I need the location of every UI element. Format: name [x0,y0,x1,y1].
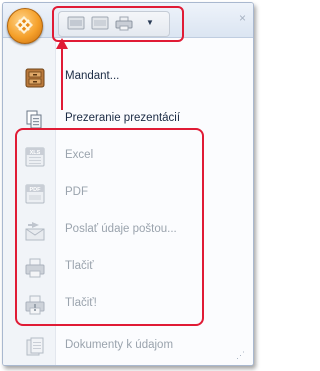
office-button[interactable] [7,8,43,44]
documents-icon [24,336,46,358]
office-logo-icon [15,16,33,34]
menu-item-mandant[interactable]: Mandant... [3,60,253,94]
qat-highlight-annotation [52,6,184,42]
menu-item-label: Dokumenty k údajom [65,339,174,351]
resize-grip-icon[interactable]: ⋰ [236,350,245,361]
menu-item-label: Mandant... [65,70,120,82]
menu-item-label: Prezeranie prezentácií [65,112,181,124]
window-edge-icon: × [239,11,247,25]
cabinet-icon [24,67,46,89]
disabled-items-highlight-annotation [15,128,204,326]
menu-item-documents[interactable]: Dokumenty k údajom [3,329,253,363]
